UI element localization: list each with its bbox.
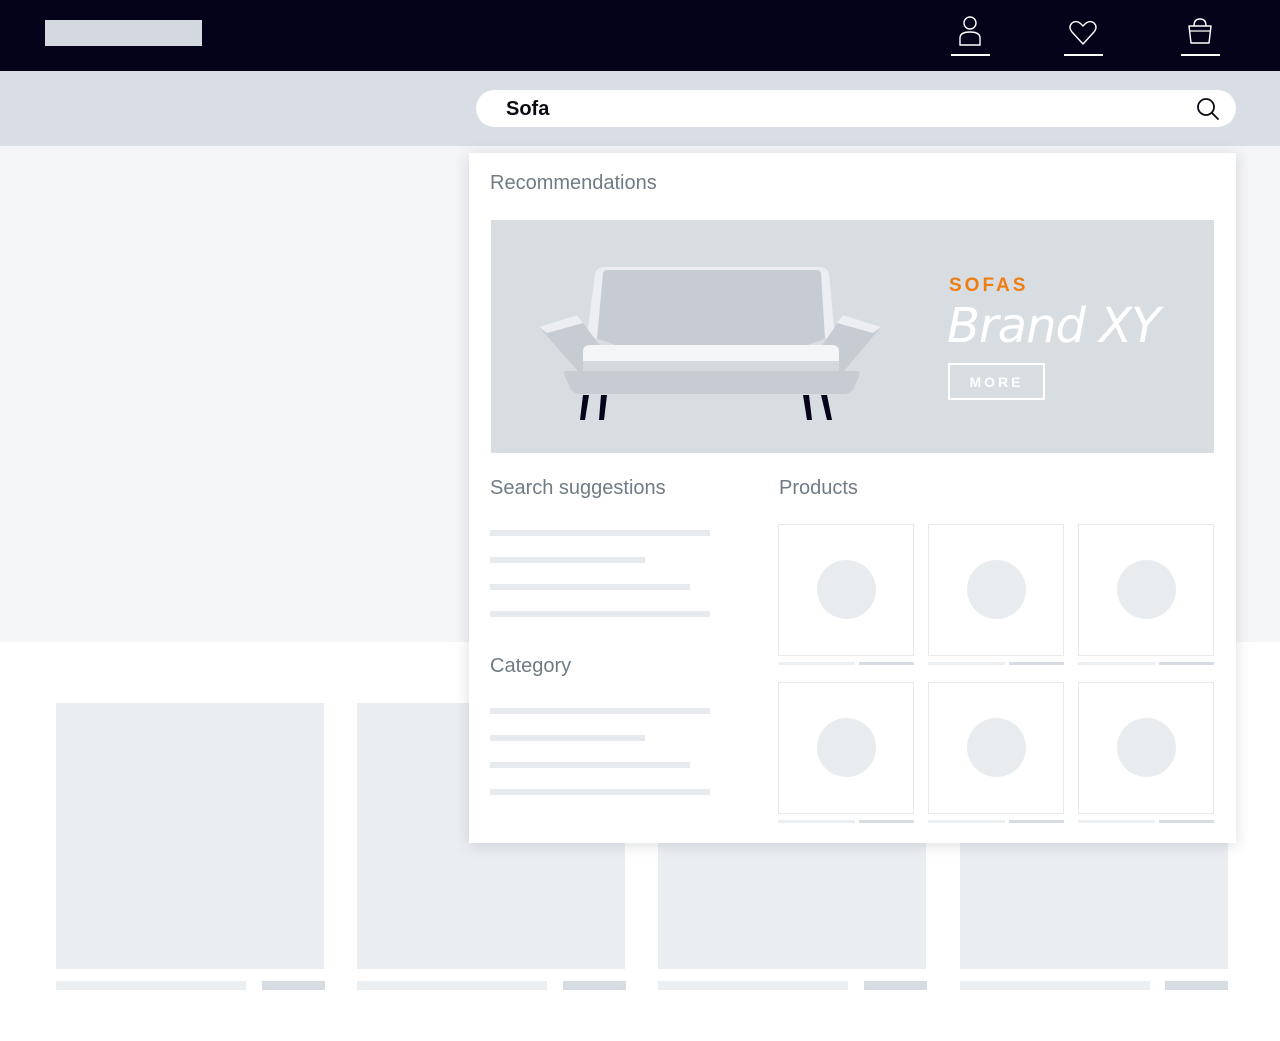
- product-price-line: [859, 662, 914, 665]
- banner-more-button[interactable]: MORE: [948, 363, 1045, 400]
- product-price-line: [859, 820, 914, 823]
- account-button[interactable]: [951, 14, 991, 56]
- page-card-title-line: [658, 981, 848, 990]
- category-item[interactable]: [490, 708, 710, 714]
- product-tile[interactable]: [778, 524, 914, 656]
- page-card-title-line: [357, 981, 547, 990]
- product-tile[interactable]: [928, 524, 1064, 656]
- product-image-placeholder: [817, 718, 876, 777]
- page-card-price-line: [1165, 981, 1228, 990]
- product-title-line: [778, 662, 855, 665]
- site-logo-placeholder[interactable]: [45, 20, 202, 46]
- product-image-placeholder: [1117, 560, 1176, 619]
- page-card-price-line: [262, 981, 325, 990]
- category-item[interactable]: [490, 735, 645, 741]
- search-bar[interactable]: [476, 90, 1236, 127]
- recommendation-banner[interactable]: SOFAS Brand XY MORE: [491, 220, 1214, 453]
- wishlist-underline: [1064, 54, 1103, 56]
- category-item[interactable]: [490, 789, 710, 795]
- category-title: Category: [490, 655, 572, 677]
- page-card-title-line: [960, 981, 1150, 990]
- product-title-line: [928, 662, 1005, 665]
- search-suggestion-item[interactable]: [490, 557, 645, 563]
- recommendations-title: Recommendations: [490, 172, 657, 194]
- page-product-card[interactable]: [56, 703, 324, 969]
- product-tile[interactable]: [1078, 524, 1214, 656]
- products-title: Products: [779, 477, 858, 499]
- shopping-bag-button[interactable]: [1181, 14, 1221, 56]
- search-band: [0, 71, 1280, 146]
- product-tile[interactable]: [928, 682, 1064, 814]
- sofa-illustration: [539, 267, 881, 420]
- page-card-title-line: [56, 981, 246, 990]
- shopping-bag-icon: [1188, 18, 1212, 44]
- product-price-line: [1009, 820, 1064, 823]
- search-suggestion-item[interactable]: [490, 584, 690, 590]
- product-title-line: [1078, 820, 1155, 823]
- product-tile[interactable]: [778, 682, 914, 814]
- top-navigation-bar: [0, 0, 1280, 71]
- product-price-line: [1159, 820, 1214, 823]
- banner-category-label: SOFAS: [949, 275, 1029, 296]
- page-card-price-line: [864, 981, 927, 990]
- banner-brand-name: Brand XY: [947, 298, 1160, 354]
- product-price-line: [1009, 662, 1064, 665]
- product-image-placeholder: [1117, 718, 1176, 777]
- search-icon[interactable]: [1196, 97, 1220, 121]
- search-input[interactable]: [506, 95, 1186, 123]
- product-image-placeholder: [967, 560, 1026, 619]
- search-suggestion-item[interactable]: [490, 530, 710, 536]
- shopping-bag-underline: [1181, 54, 1220, 56]
- product-title-line: [778, 820, 855, 823]
- product-image-placeholder: [967, 718, 1026, 777]
- product-image-placeholder: [817, 560, 876, 619]
- search-suggestions-title: Search suggestions: [490, 477, 666, 499]
- wishlist-heart-icon: [1069, 20, 1097, 45]
- product-price-line: [1159, 662, 1214, 665]
- product-title-line: [928, 820, 1005, 823]
- product-tile[interactable]: [1078, 682, 1214, 814]
- search-suggestion-item[interactable]: [490, 611, 710, 617]
- wishlist-button[interactable]: [1064, 14, 1104, 56]
- category-item[interactable]: [490, 762, 690, 768]
- page-card-price-line: [563, 981, 626, 990]
- account-icon: [959, 16, 981, 46]
- account-underline: [951, 54, 990, 56]
- product-title-line: [1078, 662, 1155, 665]
- search-dropdown: Recommendations SOFAS Brand XY MORE Sear…: [469, 153, 1236, 843]
